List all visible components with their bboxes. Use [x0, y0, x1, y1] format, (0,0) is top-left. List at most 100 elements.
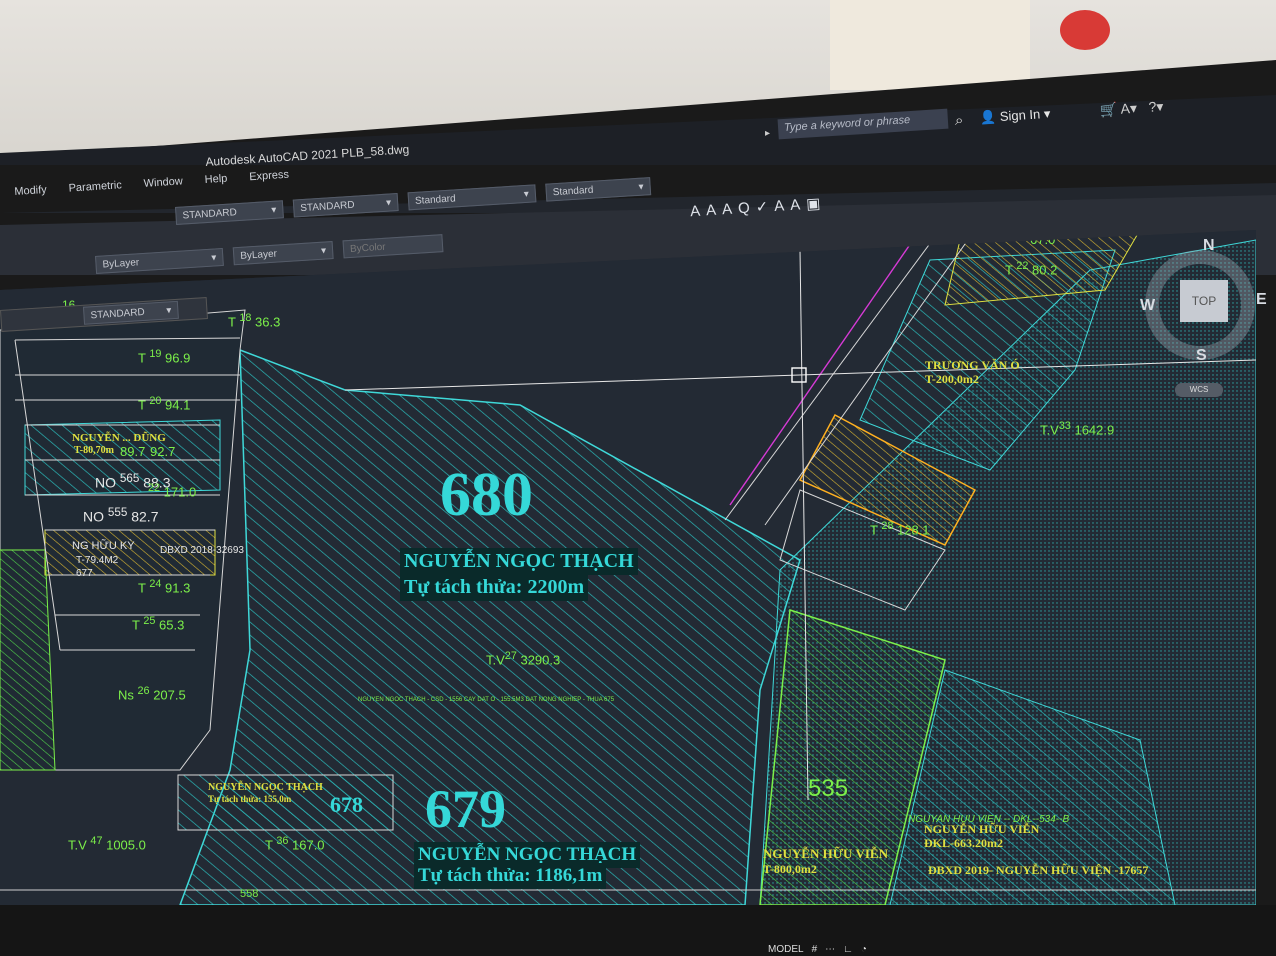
label-22: T 22 80.2 [1005, 260, 1058, 278]
snap-icon[interactable]: ⋯ [825, 944, 835, 955]
label-25: T 25 65.3 [132, 615, 185, 633]
grid-icon[interactable]: # [812, 944, 818, 955]
t28-area: 128.1 [897, 522, 930, 538]
parcel-679-note: Tự tách thửa: 1186,1m [414, 863, 607, 889]
viewcube-top-face[interactable]: TOP [1180, 280, 1228, 322]
label-20: T 20 94.1 [138, 395, 191, 413]
viewcube[interactable]: TOP N S W E [1130, 235, 1270, 375]
chevron-down-icon: ▾ [165, 304, 172, 317]
ortho-icon[interactable]: ∟ [843, 944, 853, 955]
t36-area: 167.0 [292, 837, 325, 853]
tv33-area: 1642.9 [1074, 422, 1115, 438]
label-tv33: T.V33 1642.9 [1040, 420, 1114, 437]
label-truong-area: T-200,0m2 [925, 372, 979, 386]
tv33-num: 33 [1058, 420, 1071, 432]
t24-area: 91.3 [165, 580, 191, 596]
ucs-menu[interactable]: WCS [1175, 383, 1223, 397]
user-icon: 👤 [979, 109, 997, 126]
menu-express[interactable]: Express [249, 169, 289, 183]
label-huuky-area: T-79.4M2 [76, 555, 119, 566]
wall-poster [830, 0, 1110, 90]
no555-area: 82.7 [131, 508, 159, 525]
chevron-down-icon: ▾ [523, 188, 530, 200]
parcel-535-owner: NGUYỄN HỮU VIỄN [763, 846, 888, 861]
label-927: 92.7 [150, 444, 176, 459]
label-677: 677 [76, 568, 93, 579]
search-icon[interactable]: ⌕ [955, 112, 971, 129]
label-28: T 28 128.1 [870, 520, 930, 538]
compass-south[interactable]: S [1196, 347, 1207, 365]
parcel-680-owner: NGUYỄN NGỌC THẠCH [400, 548, 638, 575]
label-36: T 36 167.0 [265, 835, 325, 853]
t19-num: 19 [149, 348, 162, 360]
compass-east[interactable]: E [1256, 291, 1267, 309]
float-text-style-select[interactable]: STANDARD ▾ [82, 300, 179, 325]
label-19: T 19 96.9 [138, 348, 191, 366]
parcel-680-number: 680 [440, 461, 533, 529]
chevron-down-icon: ▾ [320, 244, 327, 257]
help-icon[interactable]: ? [1148, 98, 1157, 114]
menu-window[interactable]: Window [143, 175, 183, 189]
t24-num: 24 [149, 578, 162, 590]
linetype-value: ByLayer [102, 256, 140, 271]
t19-area: 96.9 [165, 350, 191, 366]
label-dkl-line: NGUYAN HUU VIEN -- DKL--534--B [908, 814, 1070, 825]
parcel-left-green [0, 549, 56, 771]
t36-num: 36 [276, 835, 289, 847]
t22-num: 22 [1016, 260, 1029, 272]
ns26-area: 207.5 [153, 687, 186, 703]
t25-area: 65.3 [159, 617, 185, 633]
label-nguyen-dung: NGUYỄN ... DŨNG [72, 432, 166, 444]
label-nguyen-dung-area: T-80,70m [74, 445, 114, 456]
label-22-1710: 22 171.0 [148, 482, 196, 499]
no555-num: 555 [107, 506, 128, 519]
tv27-area: 3290.3 [520, 652, 561, 668]
label-dbxd-2018: DBXD 2018-32693 [160, 545, 244, 556]
chevron-down-icon: ▾ [638, 181, 644, 193]
status-items: MODEL # ⋯ ∟ ◔ [768, 944, 867, 955]
plotstyle-value: ByColor [349, 241, 386, 255]
parcel-678-owner: NGUYỄN NGỌC THẠCH [208, 782, 323, 793]
tv47-num: 47 [90, 835, 103, 847]
ns26-prefix: Ns [118, 687, 134, 703]
tv27-prefix: T.V [486, 652, 505, 668]
cart-icon[interactable]: 🛒 [1100, 101, 1118, 118]
autodesk-icon[interactable]: A [1120, 100, 1130, 117]
search-expand-icon[interactable]: ▸ [765, 128, 770, 139]
label-small-green: NGUYEN NGOC THACH - CSD - 1556 CAY DAT O… [358, 697, 615, 703]
v1710-area: 171.0 [163, 484, 197, 500]
v22-num: 22 [148, 482, 161, 494]
parcel-679-number: 679 [425, 779, 506, 839]
model-space-button[interactable]: MODEL [768, 944, 804, 955]
t20-num: 20 [149, 395, 162, 407]
compass-north[interactable]: N [1203, 237, 1215, 255]
parcel-678-number: 678 [330, 792, 363, 817]
drawing-canvas[interactable]: 680 NGUYỄN NGỌC THẠCH Tự tách thửa: 2200… [0, 230, 1256, 905]
label-huuky: NG HỮU KỲ [72, 540, 135, 552]
compass-west[interactable]: W [1140, 297, 1155, 315]
lineweight-value: ByLayer [239, 248, 278, 262]
polar-icon[interactable]: ◔ [861, 944, 867, 955]
label-dkl: ĐKL-663.20m2 [924, 836, 1003, 850]
poster-red-shape [1060, 10, 1110, 50]
label-558: 558 [240, 888, 259, 900]
label-truong: TRƯƠNG VĂN Ó [925, 358, 1020, 372]
tv47-area: 1005.0 [106, 837, 146, 853]
status-bar [0, 905, 1276, 956]
tv33-prefix: T.V [1040, 422, 1059, 438]
no555-prefix: NO [83, 508, 104, 525]
label-ns26: Ns 26 207.5 [118, 685, 186, 702]
parcel-678-note: Tự tách thửa: 155,0m [208, 794, 292, 804]
t28-num: 28 [881, 520, 894, 532]
text-style-value: STANDARD [182, 206, 238, 222]
table-style-value: Standard [414, 192, 456, 207]
menu-modify[interactable]: Modify [14, 184, 47, 198]
menu-help[interactable]: Help [204, 173, 227, 186]
label-dbxd-2019: ĐBXD 2019- NGUYỄN HỮU VIỆN -17657 [928, 863, 1149, 877]
tv47-prefix: T.V [68, 837, 87, 853]
float-text-style-value: STANDARD [90, 306, 146, 321]
parcel-535-area: T-800,0m2 [763, 862, 817, 876]
no565-num: 565 [119, 472, 140, 485]
chevron-down-icon: ▾ [385, 196, 392, 209]
chevron-down-icon: ▾ [270, 204, 277, 216]
